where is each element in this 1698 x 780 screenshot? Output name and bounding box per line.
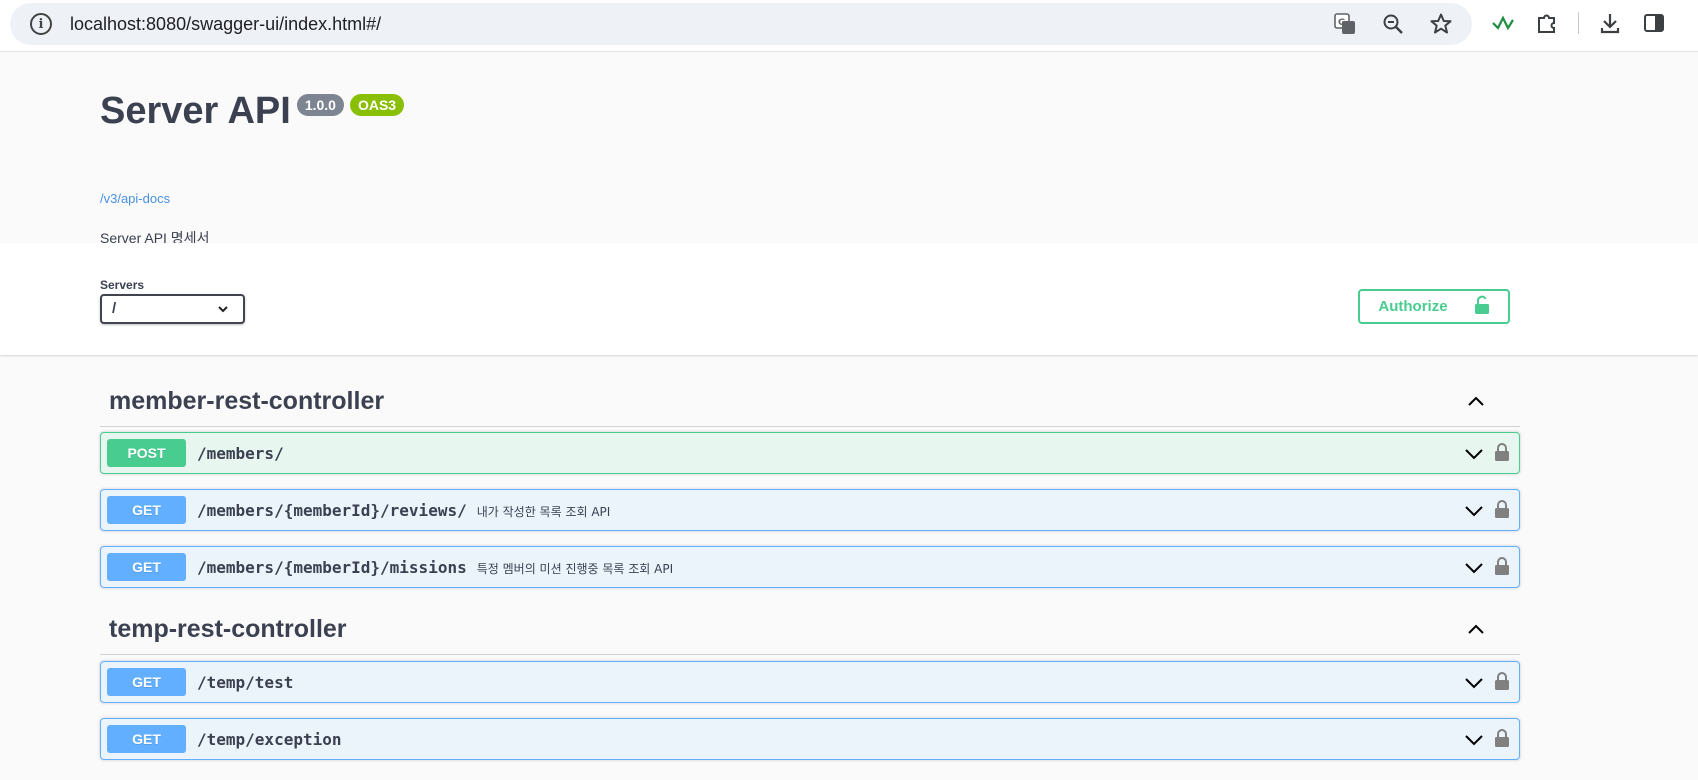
chevron-up-icon[interactable]: [1466, 619, 1486, 639]
address-bar[interactable]: i localhost:8080/swagger-ui/index.html#/…: [10, 3, 1472, 45]
lock-icon[interactable]: [1494, 499, 1510, 519]
tag-header-member-rest-controller[interactable]: member-rest-controller: [100, 355, 1520, 427]
path-text: /members/{memberId}/reviews/: [197, 501, 467, 520]
authorize-button[interactable]: Authorize: [1358, 289, 1510, 324]
download-icon[interactable]: [1597, 10, 1623, 36]
opblock-get-member-missions[interactable]: GET /members/{memberId}/missions 특정 멤버의 미…: [100, 546, 1520, 588]
lock-icon[interactable]: [1494, 442, 1510, 462]
lock-icon[interactable]: [1494, 556, 1510, 576]
oas-badge: OAS3: [349, 94, 405, 116]
operation-summary: 내가 작성한 목록 조회 API: [476, 505, 611, 519]
tag-title: member-rest-controller: [109, 387, 385, 415]
zoom-icon[interactable]: [1380, 11, 1406, 37]
chevron-up-icon[interactable]: [1466, 391, 1486, 411]
authorize-label: Authorize: [1378, 298, 1448, 315]
chevron-down-icon[interactable]: [1463, 443, 1485, 465]
operation-path: /members/{memberId}/reviews/내가 작성한 목록 조회…: [197, 501, 610, 520]
api-info: Server API 1.0.0 OAS3 /v3/api-docs Serve…: [0, 52, 1698, 246]
scheme-container: Servers / Authorize: [0, 243, 1698, 355]
tag-title: temp-rest-controller: [109, 615, 347, 643]
server-select-value: /: [112, 300, 117, 317]
chevron-down-icon: [217, 296, 229, 330]
star-icon[interactable]: [1428, 11, 1454, 37]
lock-icon[interactable]: [1494, 671, 1510, 691]
translate-icon[interactable]: G: [1332, 11, 1358, 37]
operation-path: /temp/test: [197, 673, 293, 692]
path-text: /members/: [197, 444, 284, 463]
operation-summary: 특정 멤버의 미션 진행중 목록 조회 API: [476, 562, 674, 576]
info-icon[interactable]: i: [30, 13, 52, 35]
api-docs-link[interactable]: /v3/api-docs: [100, 191, 170, 206]
toolbar-divider: [1578, 12, 1579, 34]
url-text[interactable]: localhost:8080/swagger-ui/index.html#/: [70, 14, 381, 35]
unlock-icon: [1474, 295, 1490, 319]
server-select[interactable]: /: [100, 294, 245, 324]
extension-activity-icon[interactable]: [1490, 10, 1516, 36]
opblock-get-temp-test[interactable]: GET /temp/test: [100, 661, 1520, 703]
chevron-down-icon[interactable]: [1463, 500, 1485, 522]
method-badge: GET: [107, 553, 186, 581]
lock-icon[interactable]: [1494, 728, 1510, 748]
operation-path: /temp/exception: [197, 730, 342, 749]
method-badge: GET: [107, 668, 186, 696]
title-row: Server API 1.0.0 OAS3: [100, 90, 405, 133]
chevron-down-icon[interactable]: [1463, 729, 1485, 751]
path-text: /temp/test: [197, 673, 294, 692]
chevron-down-icon[interactable]: [1463, 557, 1485, 579]
path-text: /members/{memberId}/missions: [197, 558, 467, 577]
path-text: /temp/exception: [197, 730, 342, 749]
operation-path: /members/: [197, 444, 284, 463]
servers-label: Servers: [100, 278, 145, 292]
puzzle-icon[interactable]: [1534, 10, 1560, 36]
operation-path: /members/{memberId}/missions 특정 멤버의 미션 진행…: [197, 558, 673, 577]
method-badge: GET: [107, 725, 186, 753]
version-badge: 1.0.0: [296, 94, 344, 116]
svg-text:G: G: [1338, 18, 1345, 28]
tag-header-temp-rest-controller[interactable]: temp-rest-controller: [100, 583, 1520, 655]
chevron-down-icon[interactable]: [1463, 672, 1485, 694]
opblock-get-temp-exception[interactable]: GET /temp/exception: [100, 718, 1520, 760]
method-badge: GET: [107, 496, 186, 524]
opblock-get-member-reviews[interactable]: GET /members/{memberId}/reviews/내가 작성한 목…: [100, 489, 1520, 531]
method-badge: POST: [107, 439, 186, 467]
api-title: Server API: [100, 90, 291, 132]
browser-toolbar: i localhost:8080/swagger-ui/index.html#/…: [0, 0, 1698, 52]
opblock-post-members[interactable]: POST /members/: [100, 432, 1520, 474]
side-panel-icon[interactable]: [1641, 10, 1667, 36]
